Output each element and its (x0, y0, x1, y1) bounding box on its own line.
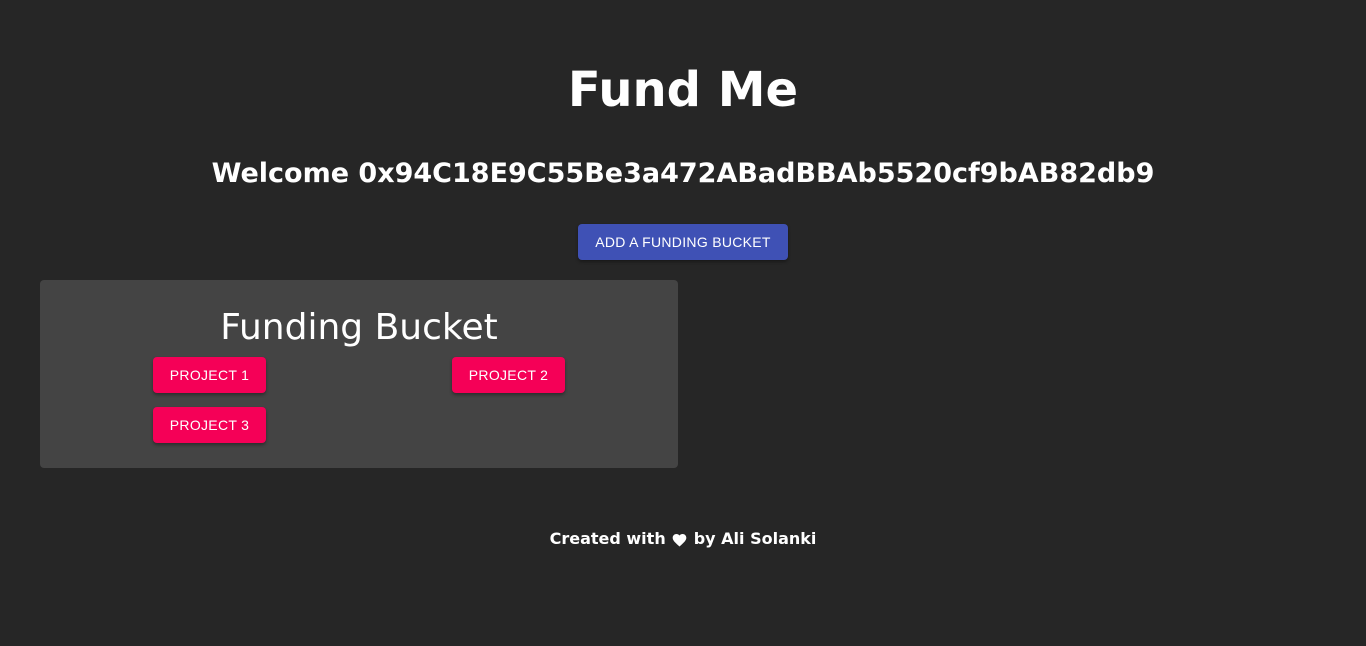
project-3-button[interactable]: PROJECT 3 (153, 407, 266, 443)
project-1-button[interactable]: PROJECT 1 (153, 357, 266, 393)
heart-icon (671, 531, 689, 547)
add-funding-bucket-button[interactable]: ADD A FUNDING BUCKET (578, 224, 788, 260)
footer-suffix: by Ali Solanki (693, 529, 817, 548)
funding-bucket-card: Funding Bucket PROJECT 1 PROJECT 2 PROJE… (40, 280, 678, 468)
welcome-message: Welcome 0x94C18E9C55Be3a472ABadBBAb5520c… (211, 158, 1155, 189)
page: Fund Me Welcome 0x94C18E9C55Be3a472ABadB… (0, 0, 1366, 646)
funding-bucket-title: Funding Bucket (220, 307, 498, 348)
page-title: Fund Me (567, 62, 799, 118)
footer: Created with by Ali Solanki (0, 528, 1366, 550)
footer-prefix: Created with (549, 529, 666, 548)
project-2-button[interactable]: PROJECT 2 (452, 357, 565, 393)
